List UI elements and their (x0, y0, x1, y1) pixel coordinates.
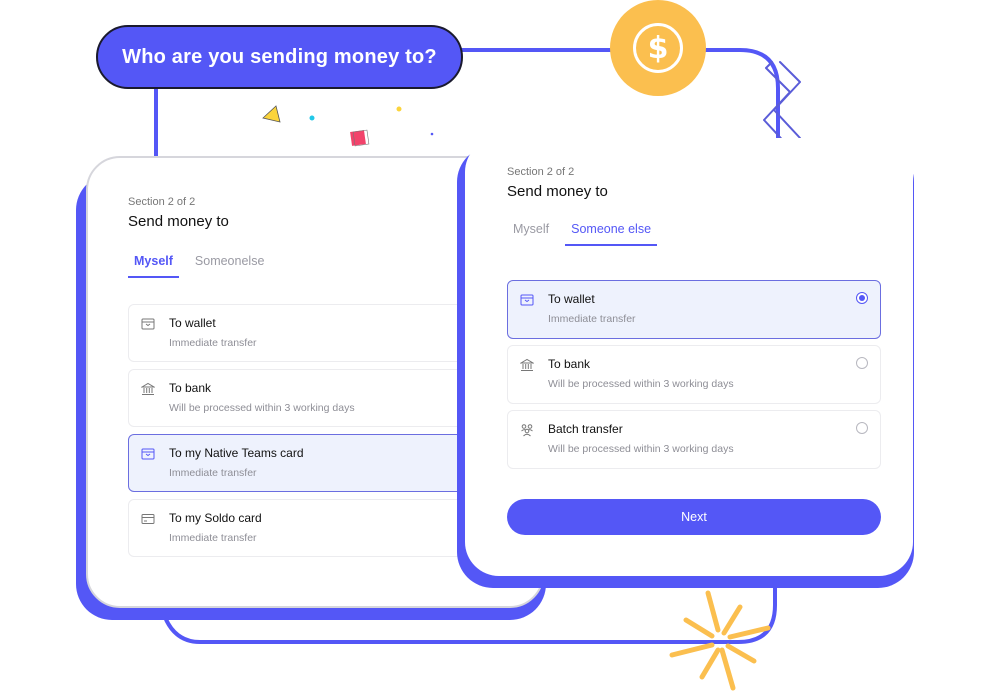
question-bubble: Who are you sending money to? (96, 25, 463, 89)
option-subtitle: Immediate transfer (169, 337, 257, 349)
option-native-teams-card[interactable]: To my Native Teams card Immediate transf… (128, 434, 474, 492)
option-subtitle: Immediate transfer (169, 532, 257, 544)
option-subtitle: Will be processed within 3 working days (548, 378, 734, 390)
confetti-dot-cyan (309, 115, 315, 121)
tab-myself[interactable]: Myself (128, 254, 179, 278)
option-subtitle: Immediate transfer (169, 467, 257, 479)
option-title: To bank (548, 357, 591, 371)
confetti-dot-yellow (396, 106, 402, 112)
confetti-square (350, 130, 366, 146)
radio-unselected[interactable] (856, 422, 868, 434)
option-to-wallet[interactable]: To wallet Immediate transfer (128, 304, 474, 362)
bank-icon (520, 358, 534, 371)
wallet-icon (520, 294, 534, 306)
wallet-icon (141, 318, 155, 330)
option-title: To bank (169, 381, 212, 395)
confetti-dot-blue (430, 132, 434, 136)
option-title: To wallet (548, 292, 595, 306)
card-title: Send money to (128, 213, 229, 230)
option-subtitle: Will be processed within 3 working days (548, 443, 734, 455)
option-batch-transfer[interactable]: Batch transfer Will be processed within … (507, 410, 881, 469)
option-subtitle: Will be processed within 3 working days (169, 402, 355, 414)
option-subtitle: Immediate transfer (548, 313, 636, 325)
option-to-wallet[interactable]: To wallet Immediate transfer (507, 280, 881, 339)
section-label: Section 2 of 2 (128, 196, 196, 208)
confetti-triangle (262, 105, 281, 123)
right-card: Section 2 of 2 Send money to Myself Some… (465, 138, 913, 576)
tab-myself[interactable]: Myself (507, 222, 555, 246)
option-to-bank[interactable]: To bank Will be processed within 3 worki… (128, 369, 474, 427)
bank-icon (141, 382, 155, 395)
option-title: To my Soldo card (169, 511, 262, 525)
wallet-icon (141, 448, 155, 460)
tab-someone-else[interactable]: Someone else (565, 222, 658, 246)
confetti-square-outline (352, 129, 370, 147)
option-title: Batch transfer (548, 422, 623, 436)
card-title: Send money to (507, 183, 608, 200)
dollar-coin-icon: $ (610, 0, 706, 96)
radio-selected[interactable] (856, 292, 868, 304)
transfer-options: To wallet Immediate transfer To bank Wil… (507, 280, 881, 469)
option-soldo-card[interactable]: To my Soldo card Immediate transfer (128, 499, 474, 557)
card-icon (141, 514, 155, 524)
group-icon (521, 424, 533, 437)
option-title: To my Native Teams card (169, 446, 304, 460)
tab-someone-else[interactable]: Someonelse (189, 254, 271, 278)
dollar-sign-icon: $ (633, 23, 683, 73)
recipient-tabs: Myself Someonelse (128, 254, 502, 278)
next-button[interactable]: Next (507, 499, 881, 535)
starburst-decoration (669, 590, 771, 691)
radio-unselected[interactable] (856, 357, 868, 369)
transfer-options: To wallet Immediate transfer To bank Wil… (128, 304, 502, 557)
option-title: To wallet (169, 316, 216, 330)
section-label: Section 2 of 2 (507, 166, 575, 178)
recipient-tabs: Myself Someone else (507, 222, 871, 246)
option-to-bank[interactable]: To bank Will be processed within 3 worki… (507, 345, 881, 404)
